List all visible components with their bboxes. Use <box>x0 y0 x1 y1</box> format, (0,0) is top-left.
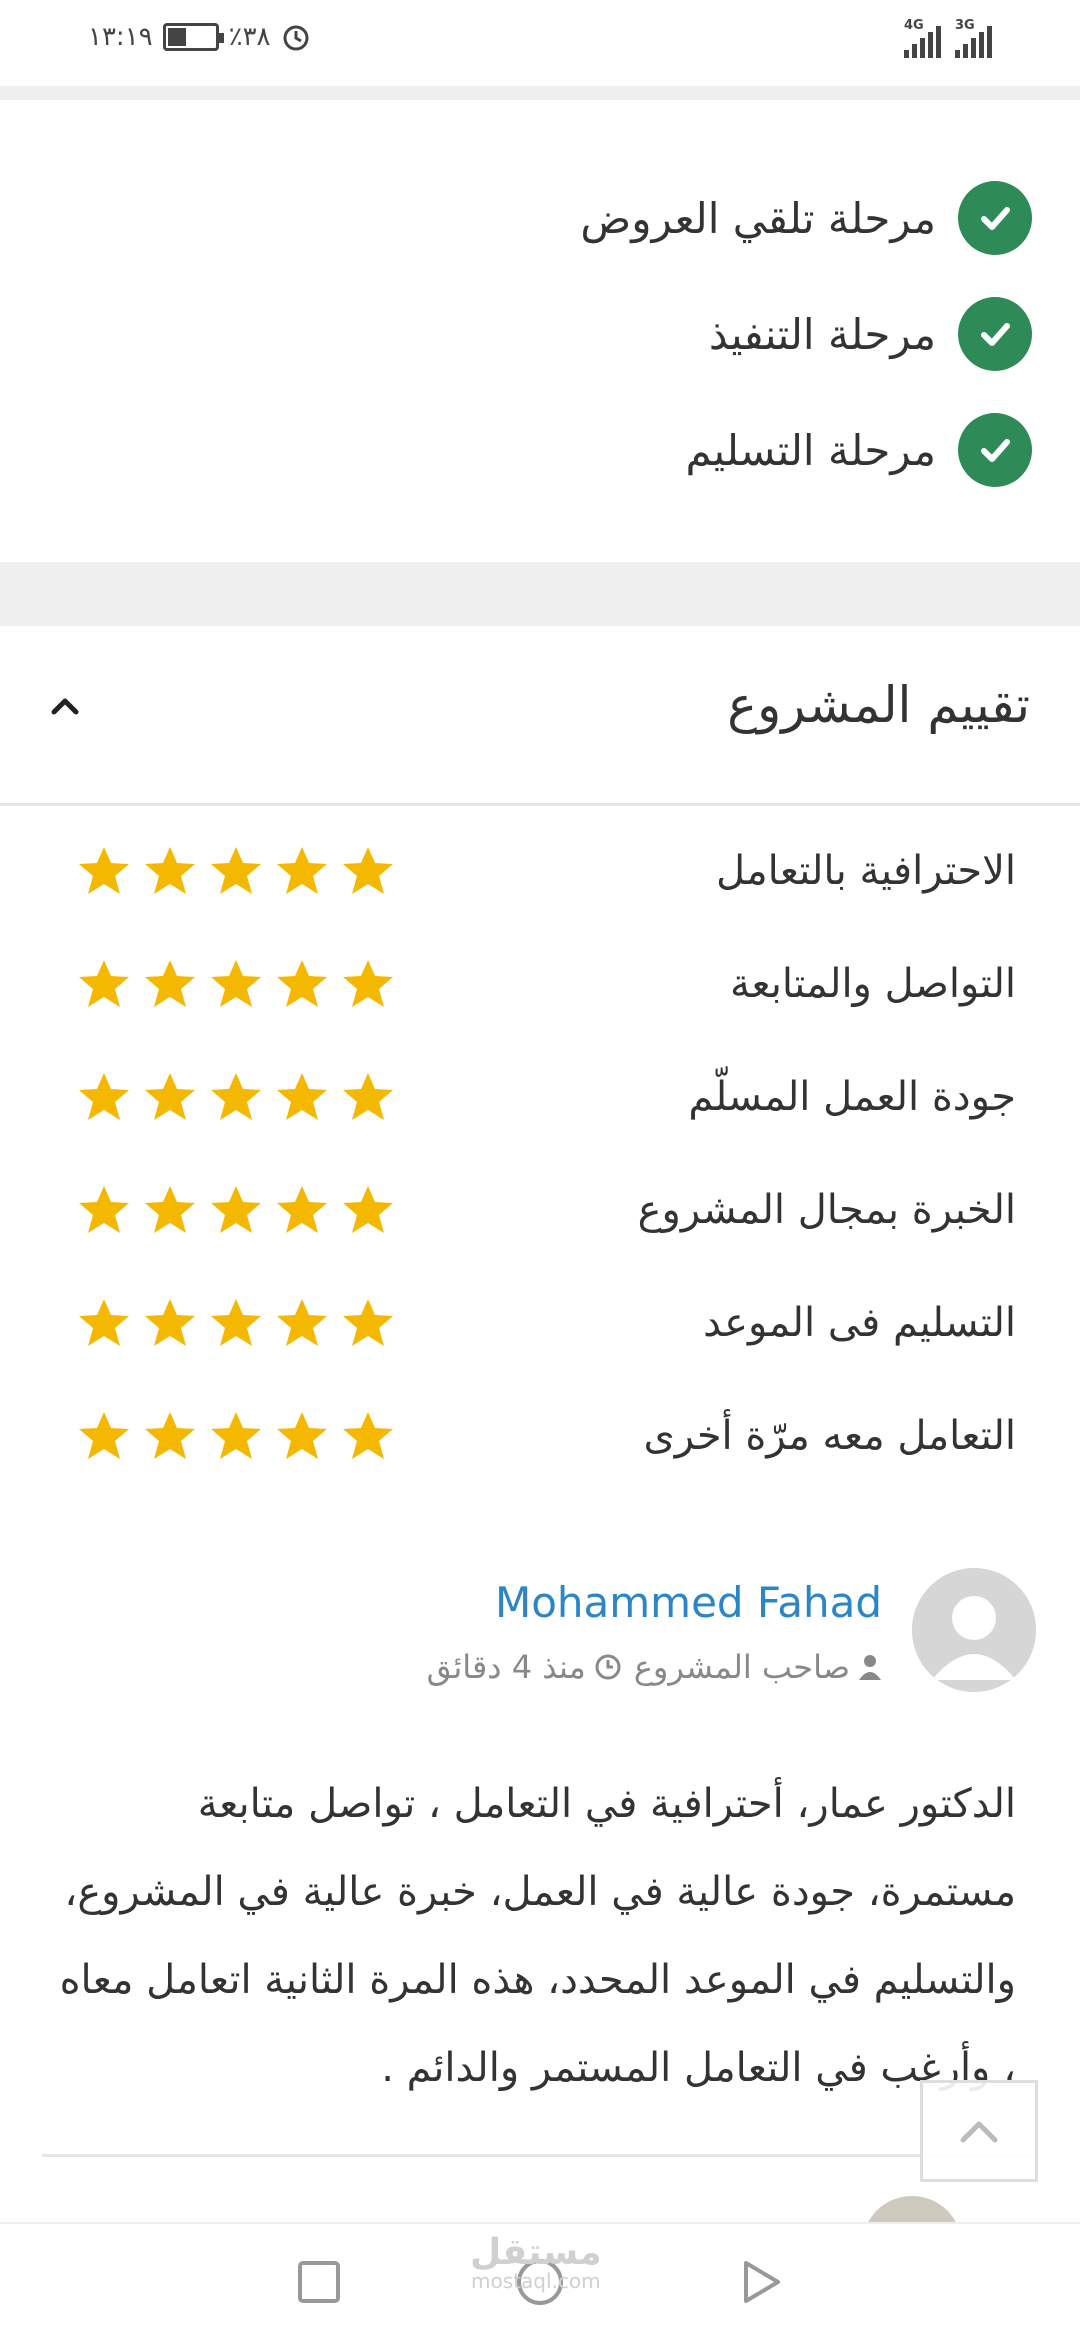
star-icon <box>343 1299 393 1346</box>
star-rating <box>76 1070 396 1126</box>
star-rating <box>76 844 396 900</box>
rating-label: جودة العمل المسلّم <box>688 1074 1016 1120</box>
stage-item: مرحلة تلقي العروض <box>48 160 1032 276</box>
stage-label: مرحلة التسليم <box>685 425 936 475</box>
rating-row: التواصل والمتابعة <box>0 931 1080 1044</box>
rating-row: التعامل معه مرّة أخرى <box>0 1383 1080 1496</box>
section-divider <box>0 562 1080 626</box>
status-bar: ١٣:١٩ ٪٣٨ 4G 3G <box>0 0 1080 86</box>
star-icon <box>79 1299 129 1346</box>
rating-row: التسليم فى الموعد <box>0 1270 1080 1383</box>
watermark-arabic: مستقل <box>470 2232 602 2273</box>
review-time: منذ 4 دقائق <box>427 1648 622 1686</box>
rating-label: التواصل والمتابعة <box>730 961 1016 1007</box>
rating-row: الخبرة بمجال المشروع <box>0 1157 1080 1270</box>
star-icon <box>343 1412 393 1459</box>
back-icon[interactable] <box>736 2257 786 2307</box>
status-time: ١٣:١٩ <box>88 22 153 52</box>
star-icon <box>145 1073 195 1120</box>
status-left: ١٣:١٩ ٪٣٨ <box>88 22 311 52</box>
reviewer-role: صاحب المشروع <box>634 1648 882 1686</box>
rating-row: الاحترافية بالتعامل <box>0 818 1080 931</box>
stage-label: مرحلة التنفيذ <box>708 309 936 359</box>
star-icon <box>343 847 393 894</box>
rating-row: جودة العمل المسلّم <box>0 1044 1080 1157</box>
scroll-to-top-button[interactable] <box>920 2080 1038 2182</box>
watermark-latin: mostaql.com <box>471 2269 601 2293</box>
star-icon <box>145 960 195 1007</box>
battery-icon <box>162 23 224 51</box>
rating-section-title: تقييم المشروع <box>727 676 1030 734</box>
rating-label: الخبرة بمجال المشروع <box>637 1187 1016 1233</box>
check-circle-icon <box>958 413 1032 487</box>
star-icon <box>277 960 327 1007</box>
star-icon <box>211 1073 261 1120</box>
star-icon <box>211 1412 261 1459</box>
role-text: صاحب المشروع <box>633 1648 850 1686</box>
review-divider <box>42 2154 1038 2157</box>
star-icon <box>79 1073 129 1120</box>
top-divider <box>0 86 1080 100</box>
clock-icon <box>595 1654 621 1680</box>
battery-percent: ٪٣٨ <box>228 22 271 52</box>
watermark-logo: مستقل mostaql.com <box>470 2232 602 2293</box>
star-icon <box>343 1073 393 1120</box>
star-icon <box>79 1186 129 1233</box>
reviewer-name-link[interactable]: Mohammed Fahad <box>495 1578 882 1627</box>
recents-icon[interactable] <box>294 2257 344 2307</box>
reviewer-meta: صاحب المشروع منذ 4 دقائق <box>427 1648 882 1686</box>
avatar[interactable] <box>912 1568 1036 1692</box>
star-rating <box>76 1296 396 1352</box>
star-icon <box>145 847 195 894</box>
rating-label: التعامل معه مرّة أخرى <box>643 1413 1016 1459</box>
star-icon <box>145 1299 195 1346</box>
time-text: منذ 4 دقائق <box>426 1648 586 1686</box>
star-icon <box>211 1299 261 1346</box>
rating-criteria-list: الاحترافية بالتعامل التواصل والمتابعة جودة… <box>0 818 1080 1496</box>
status-right: 4G 3G <box>904 18 992 58</box>
stage-item: مرحلة التنفيذ <box>48 276 1032 392</box>
chevron-up-icon <box>960 2121 998 2143</box>
star-rating <box>76 1409 396 1465</box>
star-icon <box>79 1412 129 1459</box>
user-icon <box>859 1655 881 1680</box>
review-text: الدكتور عمار، أحترافية في التعامل ، تواص… <box>59 1781 1016 2091</box>
project-stages: مرحلة تلقي العروض مرحلة التنفيذ مرحلة ال… <box>48 160 1032 508</box>
star-rating <box>76 1183 396 1239</box>
star-icon <box>211 960 261 1007</box>
star-icon <box>343 960 393 1007</box>
star-icon <box>145 1412 195 1459</box>
star-icon <box>211 847 261 894</box>
rating-label: الاحترافية بالتعامل <box>715 848 1016 894</box>
star-rating <box>76 957 396 1013</box>
star-icon <box>277 1073 327 1120</box>
signal-3g-icon: 3G <box>955 18 992 58</box>
rating-label: التسليم فى الموعد <box>703 1300 1016 1346</box>
star-icon <box>343 1186 393 1233</box>
stage-item: مرحلة التسليم <box>48 392 1032 508</box>
star-icon <box>277 847 327 894</box>
collapse-chevron-icon[interactable] <box>48 690 82 728</box>
star-icon <box>277 1186 327 1233</box>
star-icon <box>79 847 129 894</box>
stage-label: مرحلة تلقي العروض <box>580 193 936 243</box>
star-icon <box>79 960 129 1007</box>
check-circle-icon <box>958 297 1032 371</box>
star-icon <box>145 1186 195 1233</box>
star-icon <box>277 1299 327 1346</box>
alarm-icon <box>283 25 309 51</box>
star-icon <box>277 1412 327 1459</box>
signal-4g-icon: 4G <box>904 18 941 58</box>
rating-section-header[interactable]: تقييم المشروع <box>0 626 1080 806</box>
check-circle-icon <box>958 181 1032 255</box>
star-icon <box>211 1186 261 1233</box>
